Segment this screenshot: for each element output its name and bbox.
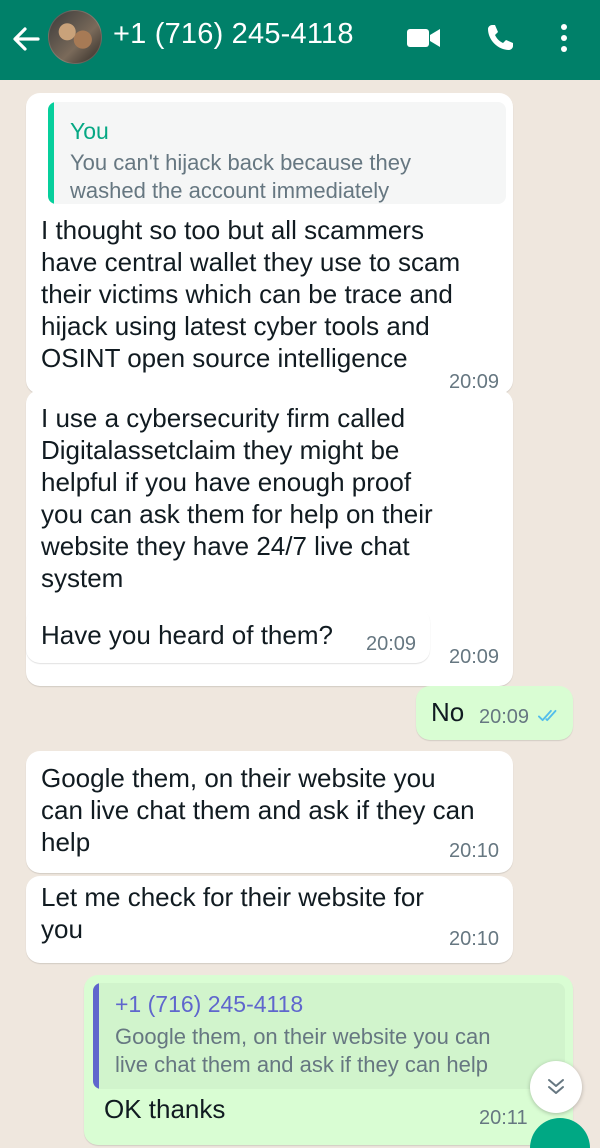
- message-bubble[interactable]: No 20:09: [416, 686, 573, 740]
- message-text: No: [431, 697, 465, 727]
- message-text: Google them, on their website you can li…: [41, 763, 475, 857]
- message-bubble[interactable]: Let me check for their website for you 2…: [26, 876, 513, 963]
- quoted-message[interactable]: You You can't hijack back because they w…: [48, 102, 506, 204]
- quoted-message[interactable]: +1 (716) 245-4118 Google them, on their …: [93, 983, 565, 1089]
- quote-accent-bar: [93, 983, 99, 1089]
- chat-header: +1 (716) 245-4118: [0, 0, 600, 80]
- message-text: OK thanks: [104, 1094, 226, 1124]
- message-time: 20:09: [479, 706, 530, 728]
- message-text: Have you heard of them?: [41, 620, 333, 650]
- quote-author: You: [70, 118, 109, 144]
- message-text: I use a cybersecurity firm called Digita…: [41, 403, 433, 593]
- message-bubble[interactable]: Have you heard of them? 20:09: [26, 608, 430, 663]
- contact-avatar[interactable]: [48, 10, 102, 64]
- quote-author: +1 (716) 245-4118: [115, 991, 304, 1017]
- quote-accent-bar: [48, 102, 54, 204]
- message-time: 20:10: [449, 928, 500, 950]
- message-time: 20:09: [449, 646, 500, 668]
- message-time: 20:10: [449, 840, 500, 862]
- back-arrow-icon[interactable]: [10, 22, 42, 56]
- video-call-icon[interactable]: [406, 26, 442, 50]
- message-text: I thought so too but all scammers have c…: [41, 215, 461, 373]
- contact-name[interactable]: +1 (716) 245-4118: [113, 18, 354, 51]
- quote-text: You can't hijack back because they washe…: [70, 150, 411, 203]
- quote-text: Google them, on their website you can li…: [115, 1024, 491, 1077]
- message-bubble[interactable]: +1 (716) 245-4118 Google them, on their …: [84, 975, 573, 1145]
- message-time: 20:09: [366, 633, 417, 655]
- scroll-to-bottom-button[interactable]: [530, 1061, 582, 1113]
- more-options-icon[interactable]: [556, 22, 572, 54]
- read-receipt-icon: [538, 709, 557, 722]
- voice-call-icon[interactable]: [484, 22, 516, 54]
- message-bubble[interactable]: Google them, on their website you can li…: [26, 751, 513, 873]
- message-list[interactable]: You You can't hijack back because they w…: [0, 80, 600, 1148]
- message-bubble[interactable]: You You can't hijack back because they w…: [26, 93, 513, 394]
- double-chevron-down-icon: [548, 1079, 564, 1094]
- message-text: Let me check for their website for you: [41, 882, 424, 944]
